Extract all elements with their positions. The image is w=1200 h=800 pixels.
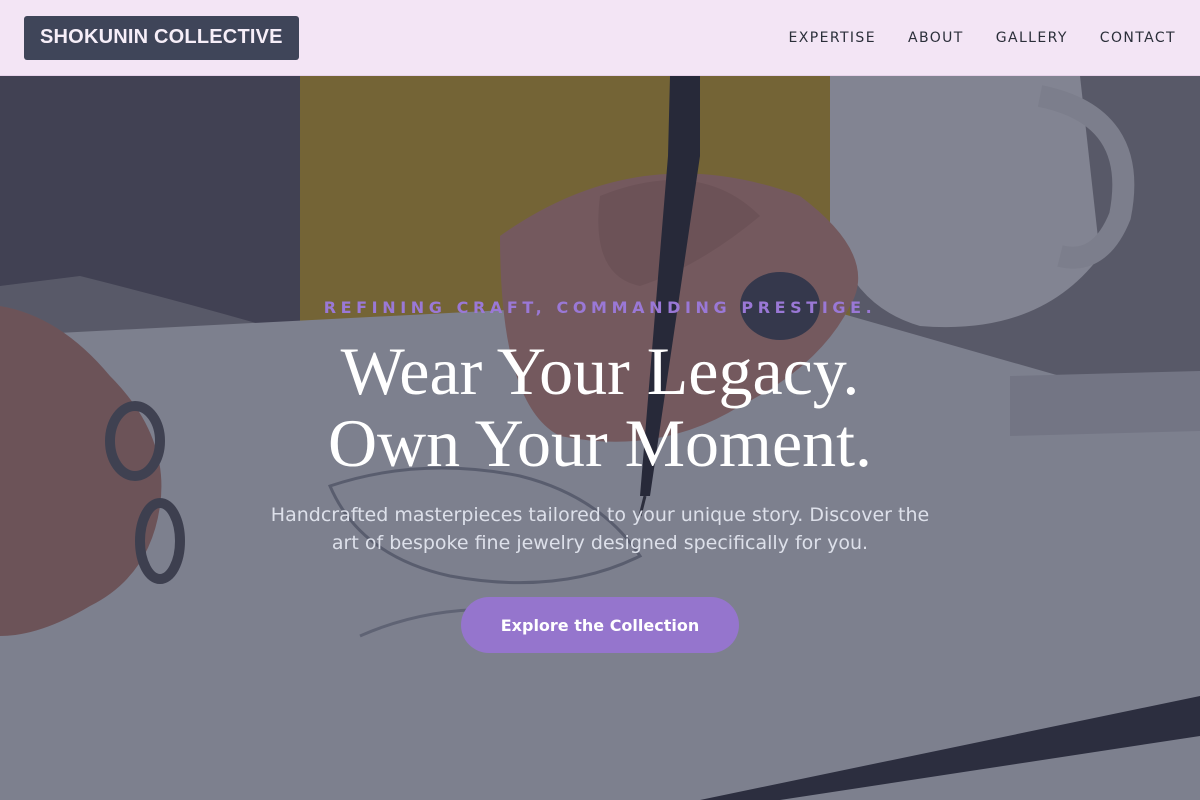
- nav-link-about[interactable]: ABOUT: [908, 30, 964, 46]
- headline-line-1: Wear Your Legacy.: [340, 333, 860, 409]
- hero-description: Handcrafted masterpieces tailored to you…: [270, 504, 930, 554]
- site-header: SHOKUNIN COLLECTIVE EXPERTISE ABOUT GALL…: [0, 0, 1200, 76]
- hero-headline: Wear Your Legacy. Own Your Moment.: [328, 335, 872, 479]
- nav-link-expertise[interactable]: EXPERTISE: [789, 30, 876, 46]
- nav-link-contact[interactable]: CONTACT: [1100, 30, 1176, 46]
- main-nav: EXPERTISE ABOUT GALLERY CONTACT: [789, 30, 1176, 46]
- brand-logo[interactable]: SHOKUNIN COLLECTIVE: [24, 15, 299, 60]
- headline-line-2: Own Your Moment.: [327, 405, 873, 481]
- hero-tagline: REFINING CRAFT, COMMANDING PRESTIGE.: [323, 298, 877, 317]
- nav-link-gallery[interactable]: GALLERY: [996, 30, 1068, 46]
- hero-section: REFINING CRAFT, COMMANDING PRESTIGE. Wea…: [0, 76, 1200, 800]
- hero-content: REFINING CRAFT, COMMANDING PRESTIGE. Wea…: [0, 76, 1200, 800]
- explore-collection-button[interactable]: Explore the Collection: [460, 597, 740, 653]
